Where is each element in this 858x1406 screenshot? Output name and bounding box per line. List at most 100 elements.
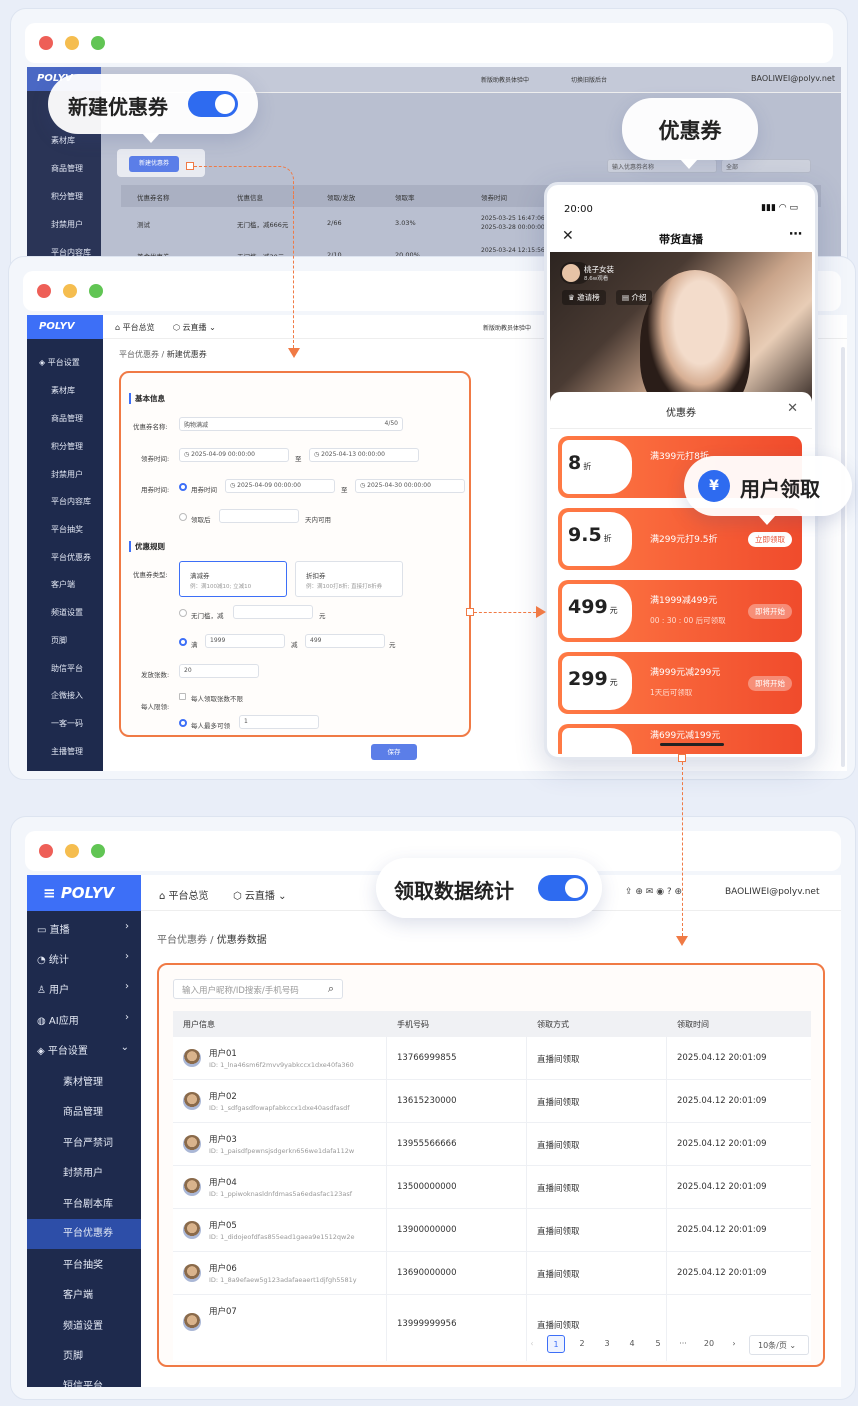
claim-button[interactable]: 立即领取 xyxy=(748,532,792,547)
top-action[interactable]: 新版助教员体验中 xyxy=(481,75,529,84)
max-radio[interactable] xyxy=(179,719,187,727)
close-icon[interactable]: ✕ xyxy=(787,401,798,416)
claim-start-input[interactable]: ◷ 2025-04-09 00:00:00 xyxy=(179,448,289,462)
menu-live[interactable]: ▭ 直播 › xyxy=(27,921,141,941)
sidebar-item[interactable]: 商品管理 xyxy=(27,163,101,174)
toggle-switch[interactable] xyxy=(538,875,588,901)
max-input[interactable]: 1 xyxy=(239,715,319,729)
use-start-input[interactable]: ◷ 2025-04-09 00:00:00 xyxy=(225,479,335,493)
table-row[interactable]: 用户01 ID: 1_lna46sm6f2mvv9yabkccx1dxe40fa… xyxy=(173,1037,811,1080)
table-row[interactable]: 用户02 ID: 1_sdfgasdfowapfabkccx1dxe40asdf… xyxy=(173,1080,811,1123)
submenu-item[interactable]: 素材管理 xyxy=(27,1073,141,1093)
sidebar-item-coupon[interactable]: 平台优惠券 xyxy=(27,552,103,563)
submenu-item[interactable]: 平台抽奖 xyxy=(27,1256,141,1276)
table-row[interactable]: 用户04 ID: 1_ppiwoknasldnfdmas5a6edasfac12… xyxy=(173,1166,811,1209)
account-email[interactable]: BAOLIWEI@polyv.net xyxy=(751,74,835,83)
page-3[interactable]: 3 xyxy=(598,1335,616,1353)
prev-page[interactable]: ‹ xyxy=(523,1335,541,1353)
submenu-item[interactable]: 封禁用户 xyxy=(27,1164,141,1184)
coupon-card[interactable]: 299 元 满999元减299元 1天后可领取 即将开始 xyxy=(558,652,802,714)
submenu-item[interactable]: 平台剧本库 xyxy=(27,1195,141,1215)
submenu-item[interactable]: 商品管理 xyxy=(27,1103,141,1123)
no-limit-checkbox[interactable] xyxy=(179,693,186,700)
nav-cloud-live[interactable]: ⬡ 云直播 ⌄ xyxy=(173,322,216,333)
page-ellipsis[interactable]: ··· xyxy=(674,1335,692,1353)
submenu-item[interactable]: 短信平台 xyxy=(27,1377,141,1387)
menu-stats[interactable]: ◔ 统计 › xyxy=(27,951,141,971)
menu-users[interactable]: ♙ 用户 › xyxy=(27,981,141,1001)
sidebar-item[interactable]: 主播管理 xyxy=(27,746,103,757)
nav-cloud-live[interactable]: ⬡ 云直播 ⌄ xyxy=(233,887,286,902)
coupon-card[interactable]: 满699元减199元 xyxy=(558,724,802,754)
submenu-item[interactable]: 频道设置 xyxy=(27,1317,141,1337)
status-select[interactable]: 全部 xyxy=(721,159,811,173)
sidebar-item[interactable]: 平台内容库 xyxy=(27,496,103,507)
no-threshold-radio[interactable] xyxy=(179,609,187,617)
more-icon[interactable]: ⋯ xyxy=(789,227,802,242)
host-badge[interactable]: 桃子女装 8.6w观看 xyxy=(560,262,614,284)
toolbar-icons[interactable]: ⇪ ⊕ ✉ ◉ ? ⊕ xyxy=(625,887,682,897)
page-5[interactable]: 5 xyxy=(649,1335,667,1353)
sidebar-item[interactable]: 封禁用户 xyxy=(27,469,103,480)
sidebar-item[interactable]: 积分管理 xyxy=(27,441,103,452)
sidebar-item[interactable]: 客户端 xyxy=(27,579,103,590)
maximize-dot[interactable] xyxy=(89,284,103,298)
search-icon[interactable]: ⌕ xyxy=(328,982,334,996)
scrollbar[interactable] xyxy=(841,347,845,767)
issue-input[interactable]: 20 xyxy=(179,664,259,678)
invite-rank[interactable]: ♛ 邀请榜 xyxy=(562,290,606,305)
sidebar-item[interactable]: 封禁用户 xyxy=(27,219,101,230)
toggle-switch[interactable] xyxy=(188,91,238,117)
submenu-item[interactable]: 平台严禁词 xyxy=(27,1134,141,1154)
sidebar-item[interactable]: 页脚 xyxy=(27,635,103,646)
submenu-item[interactable]: 页脚 xyxy=(27,1347,141,1367)
new-coupon-button[interactable]: 新建优惠券 xyxy=(129,156,179,172)
close-dot[interactable] xyxy=(39,36,53,50)
sidebar-item[interactable]: 企微接入 xyxy=(27,690,103,701)
top-action[interactable]: 切换旧版后台 xyxy=(571,75,607,84)
claim-end-input[interactable]: ◷ 2025-04-13 00:00:00 xyxy=(309,448,419,462)
sidebar-item[interactable]: 积分管理 xyxy=(27,191,101,202)
sidebar-item[interactable]: 素材库 xyxy=(27,385,103,396)
type-full-reduction[interactable]: 满减券 例：满100减10; 立减10 xyxy=(179,561,287,597)
sidebar-item[interactable]: 平台抽奖 xyxy=(27,524,103,535)
type-discount[interactable]: 折扣券 例：满100打8折; 直接打8折券 xyxy=(295,561,403,597)
menu-platform-settings[interactable]: ◈ 平台设置 ⌄ xyxy=(27,1042,141,1062)
after-claim-radio[interactable] xyxy=(179,513,187,521)
minus-input[interactable]: 499 xyxy=(305,634,385,648)
close-dot[interactable] xyxy=(39,844,53,858)
nav-overview[interactable]: ⌂ 平台总览 xyxy=(159,887,209,902)
close-dot[interactable] xyxy=(37,284,51,298)
maximize-dot[interactable] xyxy=(91,36,105,50)
table-row[interactable]: 用户03 ID: 1_paisdfpewnsjsdgerkn656we1dafa… xyxy=(173,1123,811,1166)
upcoming-button[interactable]: 即将开始 xyxy=(748,604,792,619)
minimize-dot[interactable] xyxy=(63,284,77,298)
no-threshold-input[interactable] xyxy=(233,605,313,619)
maximize-dot[interactable] xyxy=(91,844,105,858)
breadcrumb-link[interactable]: 平台优惠券 xyxy=(157,935,207,946)
sidebar-item[interactable]: 一客一码 xyxy=(27,718,103,729)
coupon-card[interactable]: 499 元 满1999减499元 00 : 30 : 00 后可领取 即将开始 xyxy=(558,580,802,642)
sidebar-group-platform-settings[interactable]: ◈ 平台设置 xyxy=(27,357,103,368)
search-input[interactable]: 输入优惠券名称 xyxy=(607,159,717,173)
full-input[interactable]: 1999 xyxy=(205,634,285,648)
submenu-item[interactable]: 客户端 xyxy=(27,1286,141,1306)
sidebar-item[interactable]: 商品管理 xyxy=(27,413,103,424)
sidebar-item[interactable]: 频道设置 xyxy=(27,607,103,618)
sidebar-item[interactable]: 助信平台 xyxy=(27,663,103,674)
submenu-item-coupon[interactable]: 平台优惠券 xyxy=(27,1219,141,1249)
intro-tab[interactable]: ▤ 介绍 xyxy=(616,290,653,305)
account-email[interactable]: BAOLIWEI@polyv.net xyxy=(725,887,819,897)
table-row[interactable]: 用户07 13999999956 直播间领取 xyxy=(173,1295,811,1338)
sidebar-item[interactable]: 素材库 xyxy=(27,135,101,146)
use-time-radio[interactable] xyxy=(179,483,187,491)
use-end-input[interactable]: ◷ 2025-04-30 00:00:00 xyxy=(355,479,465,493)
breadcrumb-link[interactable]: 平台优惠券 xyxy=(119,350,159,359)
search-input[interactable]: 输入用户昵称/ID搜索/手机号码 ⌕ xyxy=(173,979,343,999)
table-row[interactable]: 用户06 ID: 1_8a9efaew5g123adafaeaert1djfgh… xyxy=(173,1252,811,1295)
menu-icon[interactable]: ≡ xyxy=(43,884,56,902)
page-4[interactable]: 4 xyxy=(623,1335,641,1353)
menu-ai[interactable]: ◍ AI应用 › xyxy=(27,1012,141,1032)
next-page[interactable]: › xyxy=(725,1335,743,1353)
page-1[interactable]: 1 xyxy=(547,1335,565,1353)
